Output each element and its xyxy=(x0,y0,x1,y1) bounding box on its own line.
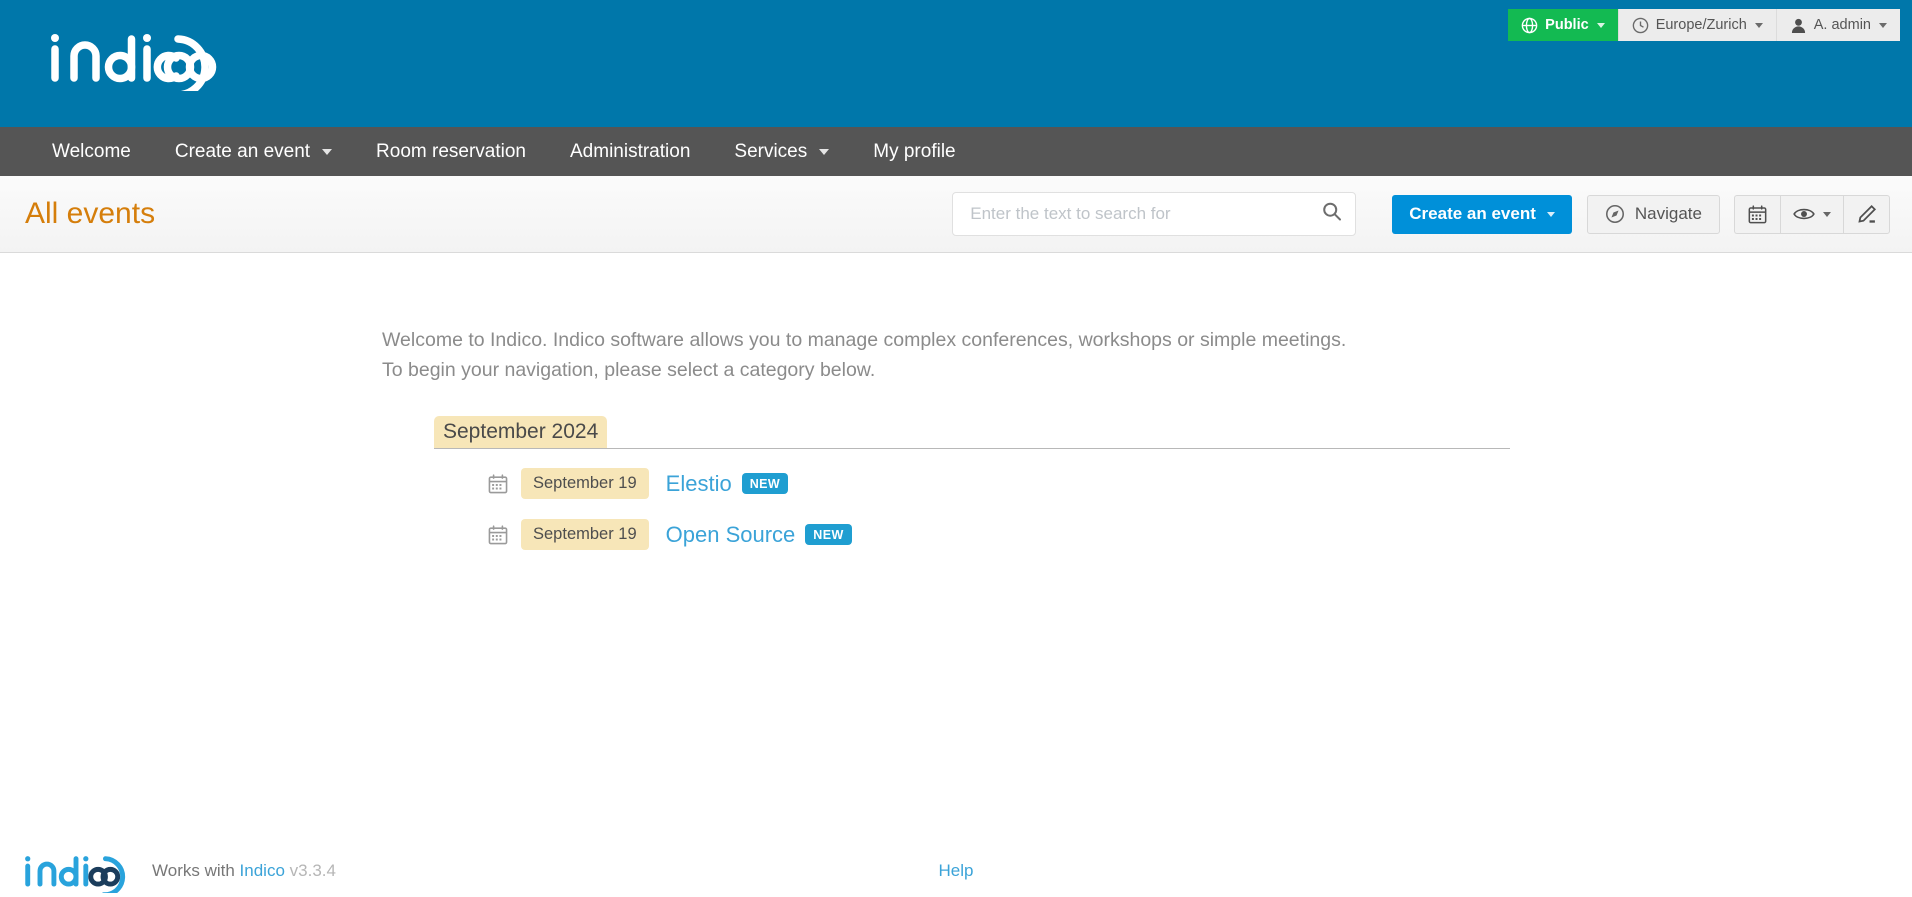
main-content: Welcome to Indico. Indico software allow… xyxy=(0,253,1912,819)
footer-indico-logo[interactable] xyxy=(22,849,130,897)
indico-logo[interactable] xyxy=(46,25,246,99)
display-mode-button[interactable] xyxy=(1780,194,1843,234)
action-bar-right: Create an event Navigate xyxy=(952,192,1890,236)
calendar-icon xyxy=(487,473,521,495)
session-bar: Public Europe/Zurich A. admin xyxy=(1508,9,1900,41)
help-link[interactable]: Help xyxy=(939,861,974,881)
new-badge: NEW xyxy=(805,524,852,545)
create-event-button[interactable]: Create an event xyxy=(1392,194,1572,234)
user-menu[interactable]: A. admin xyxy=(1776,9,1900,41)
nav-item-room-reservation[interactable]: Room reservation xyxy=(354,127,548,176)
search-box xyxy=(952,192,1357,236)
calendar-icon xyxy=(487,524,521,546)
page-title: All events xyxy=(25,197,156,230)
event-row[interactable]: September 19 Open Source NEW xyxy=(487,514,1510,555)
event-list: September 19 Elestio NEW September 19 Op… xyxy=(434,463,1510,555)
events-section: September 2024 September 19 Elestio NEW … xyxy=(434,416,1510,565)
welcome-line-1: Welcome to Indico. Indico software allow… xyxy=(382,329,1347,351)
nav-label: Create an event xyxy=(174,141,311,162)
eye-icon xyxy=(1793,203,1815,225)
footer-version: v3.3.4 xyxy=(289,861,336,880)
pencil-icon xyxy=(1856,204,1877,225)
user-icon xyxy=(1790,17,1807,34)
chevron-down-icon xyxy=(1546,211,1555,217)
nav-label: My profile xyxy=(873,141,956,162)
nav-item-administration[interactable]: Administration xyxy=(548,127,712,176)
event-row[interactable]: September 19 Elestio NEW xyxy=(487,463,1510,504)
new-badge: NEW xyxy=(741,473,789,494)
globe-icon xyxy=(1521,17,1538,34)
footer-works-with: Works with xyxy=(152,861,235,880)
nav-label: Services xyxy=(734,141,808,162)
view-options-group xyxy=(1734,194,1890,234)
welcome-message: Welcome to Indico. Indico software allow… xyxy=(382,326,1346,385)
timezone-label: Europe/Zurich xyxy=(1655,17,1747,33)
compass-icon xyxy=(1605,204,1625,224)
timezone-selector[interactable]: Europe/Zurich xyxy=(1618,9,1777,41)
user-label: A. admin xyxy=(1813,17,1871,33)
footer-indico-link[interactable]: Indico xyxy=(240,861,285,880)
nav-label: Administration xyxy=(570,141,691,162)
calendar-icon xyxy=(1747,204,1768,225)
clock-icon xyxy=(1632,17,1649,34)
page-footer: Works with Indico v3.3.4 Help xyxy=(0,819,1912,897)
nav-label: Welcome xyxy=(52,141,131,162)
navigate-label: Navigate xyxy=(1634,204,1702,223)
chevron-down-icon xyxy=(1596,22,1605,28)
chevron-down-icon xyxy=(819,148,830,155)
main-navigation: Welcome Create an event Room reservation… xyxy=(0,127,1912,176)
footer-credit: Works with Indico v3.3.4 xyxy=(152,861,336,881)
protection-selector[interactable]: Public xyxy=(1508,9,1619,41)
event-date: September 19 xyxy=(521,468,649,499)
edit-button[interactable] xyxy=(1843,194,1890,234)
page-action-bar: All events Create an event xyxy=(0,176,1912,253)
month-label: September 2024 xyxy=(434,416,608,449)
chevron-down-icon xyxy=(322,148,333,155)
chevron-down-icon xyxy=(1754,22,1763,28)
event-date: September 19 xyxy=(521,519,649,550)
nav-item-create-an-event[interactable]: Create an event xyxy=(153,127,354,176)
search-input[interactable] xyxy=(952,192,1357,236)
nav-item-my-profile[interactable]: My profile xyxy=(851,127,977,176)
event-title-link[interactable]: Open Source xyxy=(666,522,796,548)
nav-item-services[interactable]: Services xyxy=(712,127,851,176)
nav-item-welcome[interactable]: Welcome xyxy=(30,127,153,176)
nav-label: Room reservation xyxy=(376,141,526,162)
navigate-button-group: Navigate xyxy=(1586,194,1720,234)
event-title-link[interactable]: Elestio xyxy=(666,471,732,497)
top-header-bar: Public Europe/Zurich A. admin xyxy=(0,0,1912,127)
protection-label: Public xyxy=(1545,17,1589,33)
month-header: September 2024 xyxy=(434,416,1510,449)
chevron-down-icon xyxy=(1823,211,1831,217)
welcome-line-2: To begin your navigation, please select … xyxy=(382,358,876,381)
calendar-view-button[interactable] xyxy=(1734,194,1780,234)
create-event-label: Create an event xyxy=(1409,204,1536,223)
navigate-button[interactable]: Navigate xyxy=(1586,194,1720,234)
chevron-down-icon xyxy=(1879,22,1887,28)
